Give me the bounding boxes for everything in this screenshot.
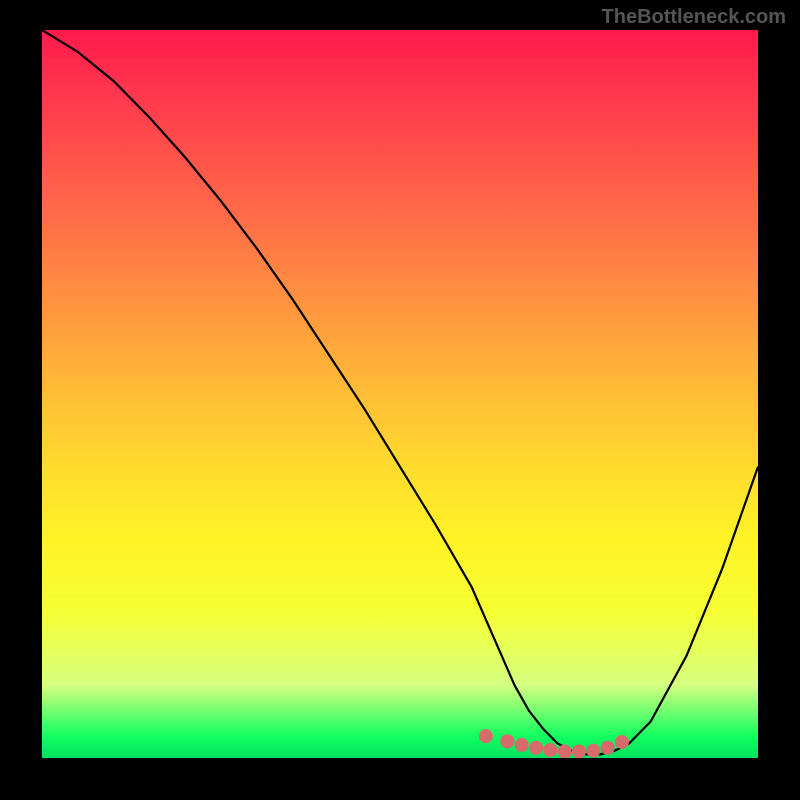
marker-point <box>558 744 572 758</box>
marker-point <box>586 744 600 758</box>
marker-point <box>479 729 493 743</box>
watermark-text: TheBottleneck.com <box>602 6 786 29</box>
plot-area <box>42 30 758 758</box>
marker-point <box>500 734 514 748</box>
chart-svg <box>42 30 758 758</box>
marker-point <box>601 741 615 755</box>
marker-point <box>529 741 543 755</box>
marker-point <box>543 743 557 757</box>
marker-point <box>515 738 529 752</box>
marker-point <box>572 744 586 758</box>
curve-path <box>42 30 758 754</box>
chart-container: TheBottleneck.com <box>0 0 800 800</box>
marker-group <box>479 729 629 758</box>
marker-point <box>615 735 629 749</box>
